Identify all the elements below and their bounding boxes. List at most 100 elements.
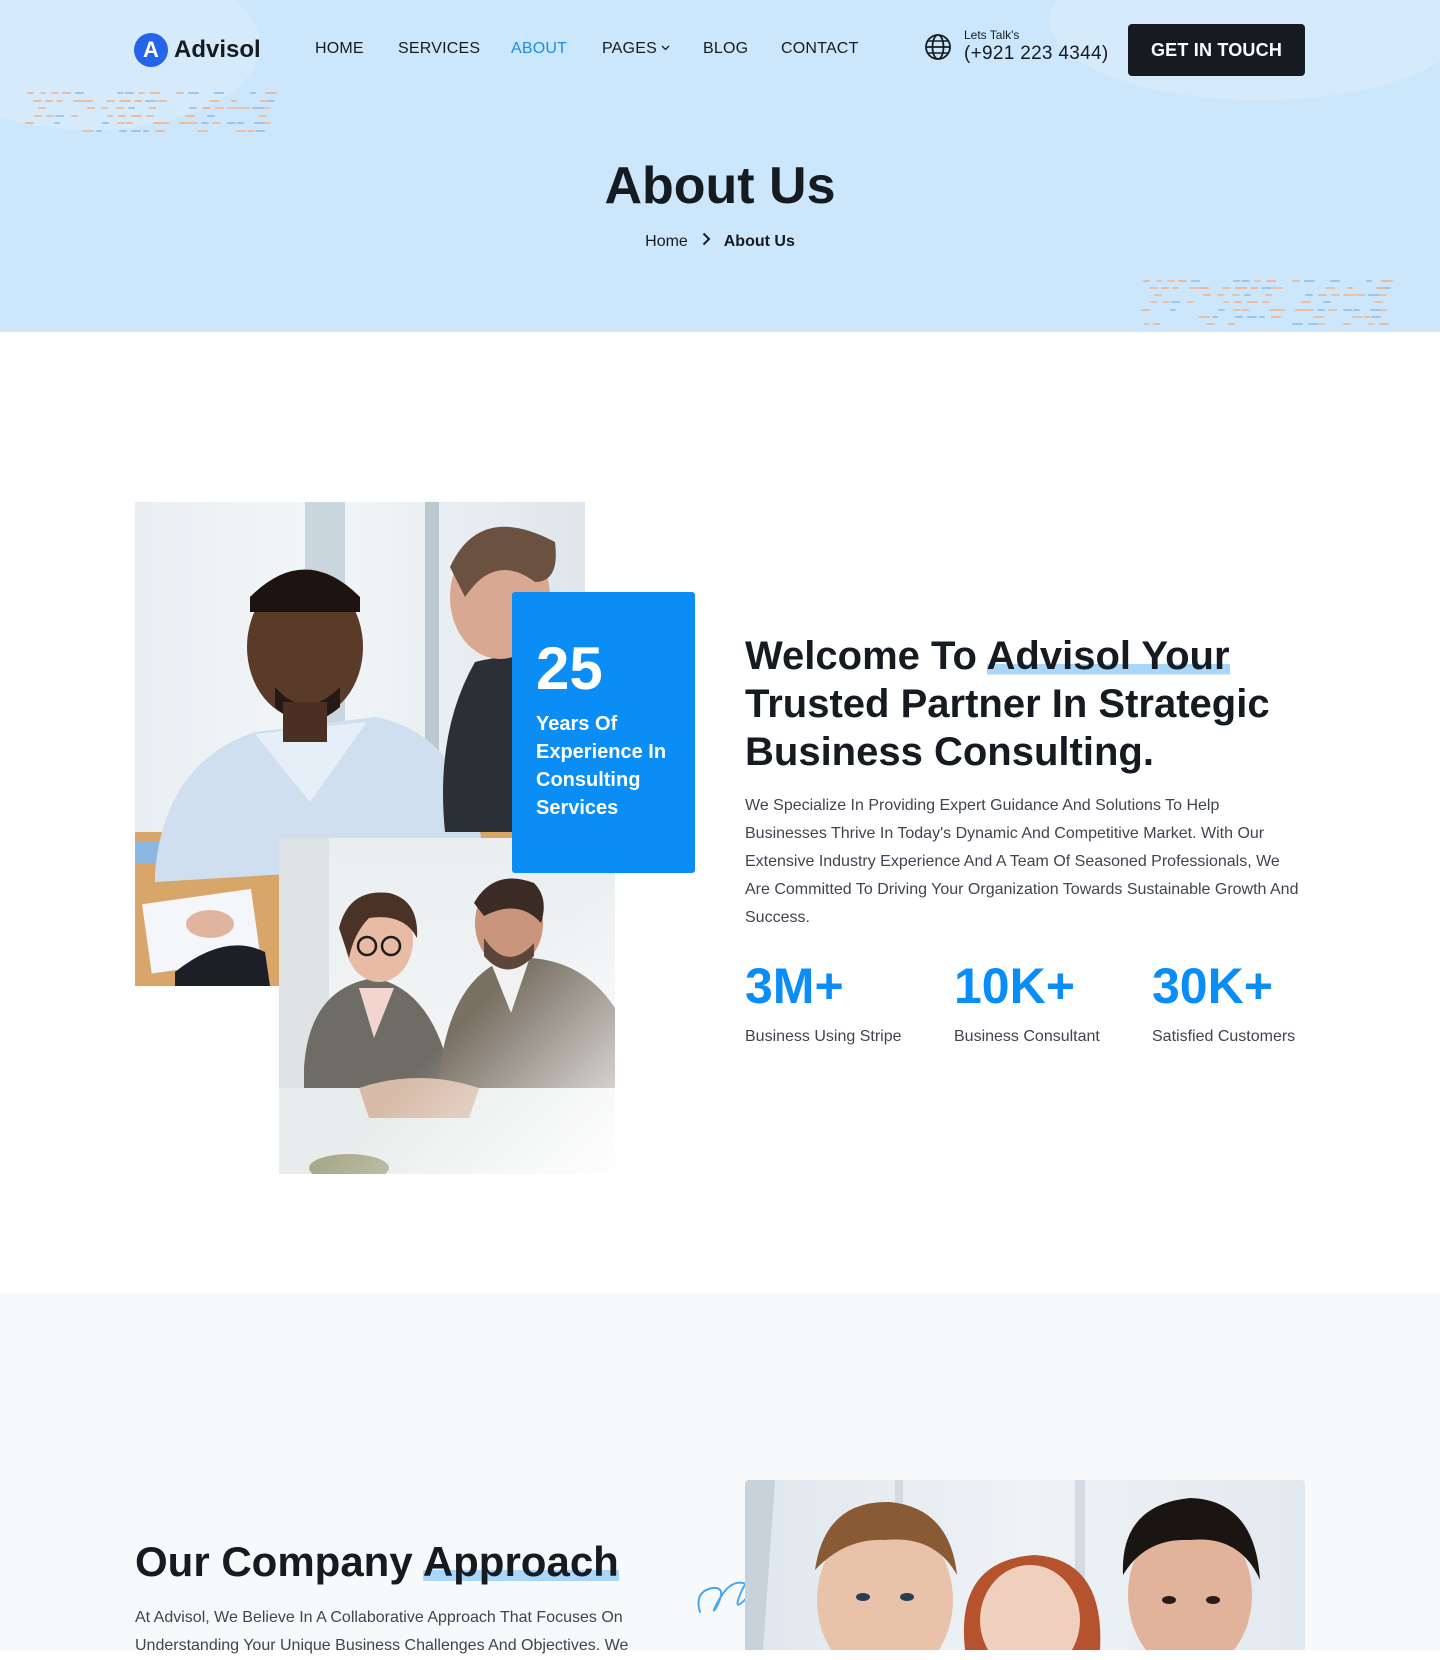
decor-dash [54, 122, 61, 124]
breadcrumb-current: About Us [723, 233, 795, 250]
decor-dash [126, 122, 133, 124]
decor-dash [1227, 322, 1235, 325]
consultation-photo [279, 838, 615, 1174]
logo[interactable]: A Advisol [134, 33, 261, 67]
decor-dash [1380, 308, 1387, 311]
decor-dash [1217, 294, 1224, 297]
decor-dash [1231, 294, 1240, 297]
decor-dash [235, 129, 248, 132]
decor-dash [1353, 308, 1360, 311]
stat-item: 3M+ Business Using Stripe [745, 958, 902, 1046]
decor-dash [1235, 287, 1247, 290]
decor-dash [1365, 280, 1372, 282]
decor-dash [1318, 294, 1327, 297]
decor-dash [155, 129, 165, 132]
decor-dash [189, 107, 198, 109]
decor-dash [1211, 315, 1219, 318]
decor-dash [1153, 294, 1162, 297]
decor-dash [1170, 308, 1177, 311]
decor-dash [1152, 322, 1161, 325]
decor-dash [1342, 294, 1355, 297]
globe-icon [925, 34, 951, 60]
contact-caption: Lets Talk's [964, 28, 1020, 42]
decor-dash [1143, 322, 1151, 325]
stat-label: Business Using Stripe [745, 1028, 902, 1045]
decor-dash [82, 129, 94, 132]
stat-value: 10K+ [954, 958, 1075, 1014]
decor-dash [1143, 280, 1151, 282]
decor-dots [1140, 280, 1394, 330]
decor-dash [264, 107, 271, 109]
decor-dash [1266, 280, 1276, 282]
decor-dash [255, 129, 266, 132]
decor-dash [1141, 308, 1150, 311]
decor-dash [163, 122, 171, 124]
team-portrait-photo [745, 1480, 1305, 1650]
decor-dash [1241, 280, 1250, 282]
page-header: A Advisol HOME SERVICES ABOUT PAGES BLOG… [0, 0, 1440, 332]
decor-dash [1351, 315, 1364, 318]
decor-dash [239, 107, 250, 109]
decor-dash [101, 107, 108, 109]
decor-dash [87, 107, 96, 109]
decor-dash [143, 129, 150, 132]
decor-dash [1292, 280, 1301, 282]
decor-dash [1378, 322, 1390, 325]
decor-dash [1301, 301, 1311, 304]
stat-item: 10K+ Business Consultant [954, 958, 1100, 1046]
decor-dash [1317, 322, 1326, 325]
decor-dash [1262, 301, 1271, 304]
decor-dash [1363, 315, 1371, 318]
nav-item-pages[interactable]: PAGES [602, 40, 670, 58]
decor-dash [1249, 287, 1259, 290]
decor-dash [1243, 294, 1252, 297]
decor-dash [1305, 294, 1314, 297]
about-heading-post: Trusted Partner In Strategic Business Co… [745, 682, 1270, 774]
decor-dash [1383, 287, 1392, 290]
decor-dash [1148, 287, 1158, 290]
contact-phone[interactable]: Lets Talk's (+921 223 4344) [924, 28, 1108, 66]
nav-item-blog[interactable]: BLOG [703, 40, 748, 58]
decor-dash [1222, 287, 1231, 290]
stat-value: 3M+ [745, 958, 844, 1014]
decor-dash [95, 129, 103, 132]
decor-dash [237, 122, 244, 124]
main-nav: A Advisol HOME SERVICES ABOUT PAGES BLOG… [0, 0, 1440, 100]
breadcrumb-home[interactable]: Home [645, 233, 688, 250]
stat-label: Satisfied Customers [1152, 1028, 1296, 1045]
decor-dash [45, 114, 55, 117]
nav-item-services[interactable]: SERVICES [398, 40, 480, 58]
decor-dash [206, 114, 215, 117]
approach-heading: Our Company Approach [135, 1538, 619, 1586]
decor-dash [1171, 287, 1180, 290]
decor-dash [1271, 287, 1283, 290]
decor-dash [1187, 301, 1195, 304]
decor-dash [185, 114, 195, 117]
decor-dash [1259, 315, 1266, 318]
decor-dash [146, 114, 155, 117]
get-in-touch-button[interactable]: GET IN TOUCH [1128, 24, 1305, 76]
decor-dash [1235, 315, 1243, 318]
experience-years: 25 [536, 635, 603, 702]
logo-mark: A [134, 33, 168, 67]
contact-phone-number[interactable]: (+921 223 4344) [964, 42, 1108, 66]
decor-dash [187, 122, 198, 124]
decor-dash [1247, 301, 1258, 304]
decor-dash [1177, 280, 1187, 282]
decor-dash [1199, 287, 1210, 290]
nav-item-contact[interactable]: CONTACT [781, 40, 859, 58]
approach-heading-pre: Our Company [135, 1538, 423, 1585]
decor-dash [1322, 301, 1331, 304]
nav-item-home[interactable]: HOME [315, 40, 364, 58]
decor-dash [37, 107, 46, 109]
experience-text: Years Of Experience In Consulting Servic… [536, 713, 667, 819]
decor-dash [1371, 315, 1382, 318]
decor-dash [71, 114, 79, 117]
decor-dash [131, 129, 141, 132]
decor-dash [212, 122, 221, 124]
nav-item-about[interactable]: ABOUT [511, 40, 567, 58]
decor-dash [1271, 315, 1281, 318]
page-title: About Us [604, 157, 836, 215]
decor-dash [1205, 322, 1215, 325]
decor-dash [226, 107, 239, 109]
